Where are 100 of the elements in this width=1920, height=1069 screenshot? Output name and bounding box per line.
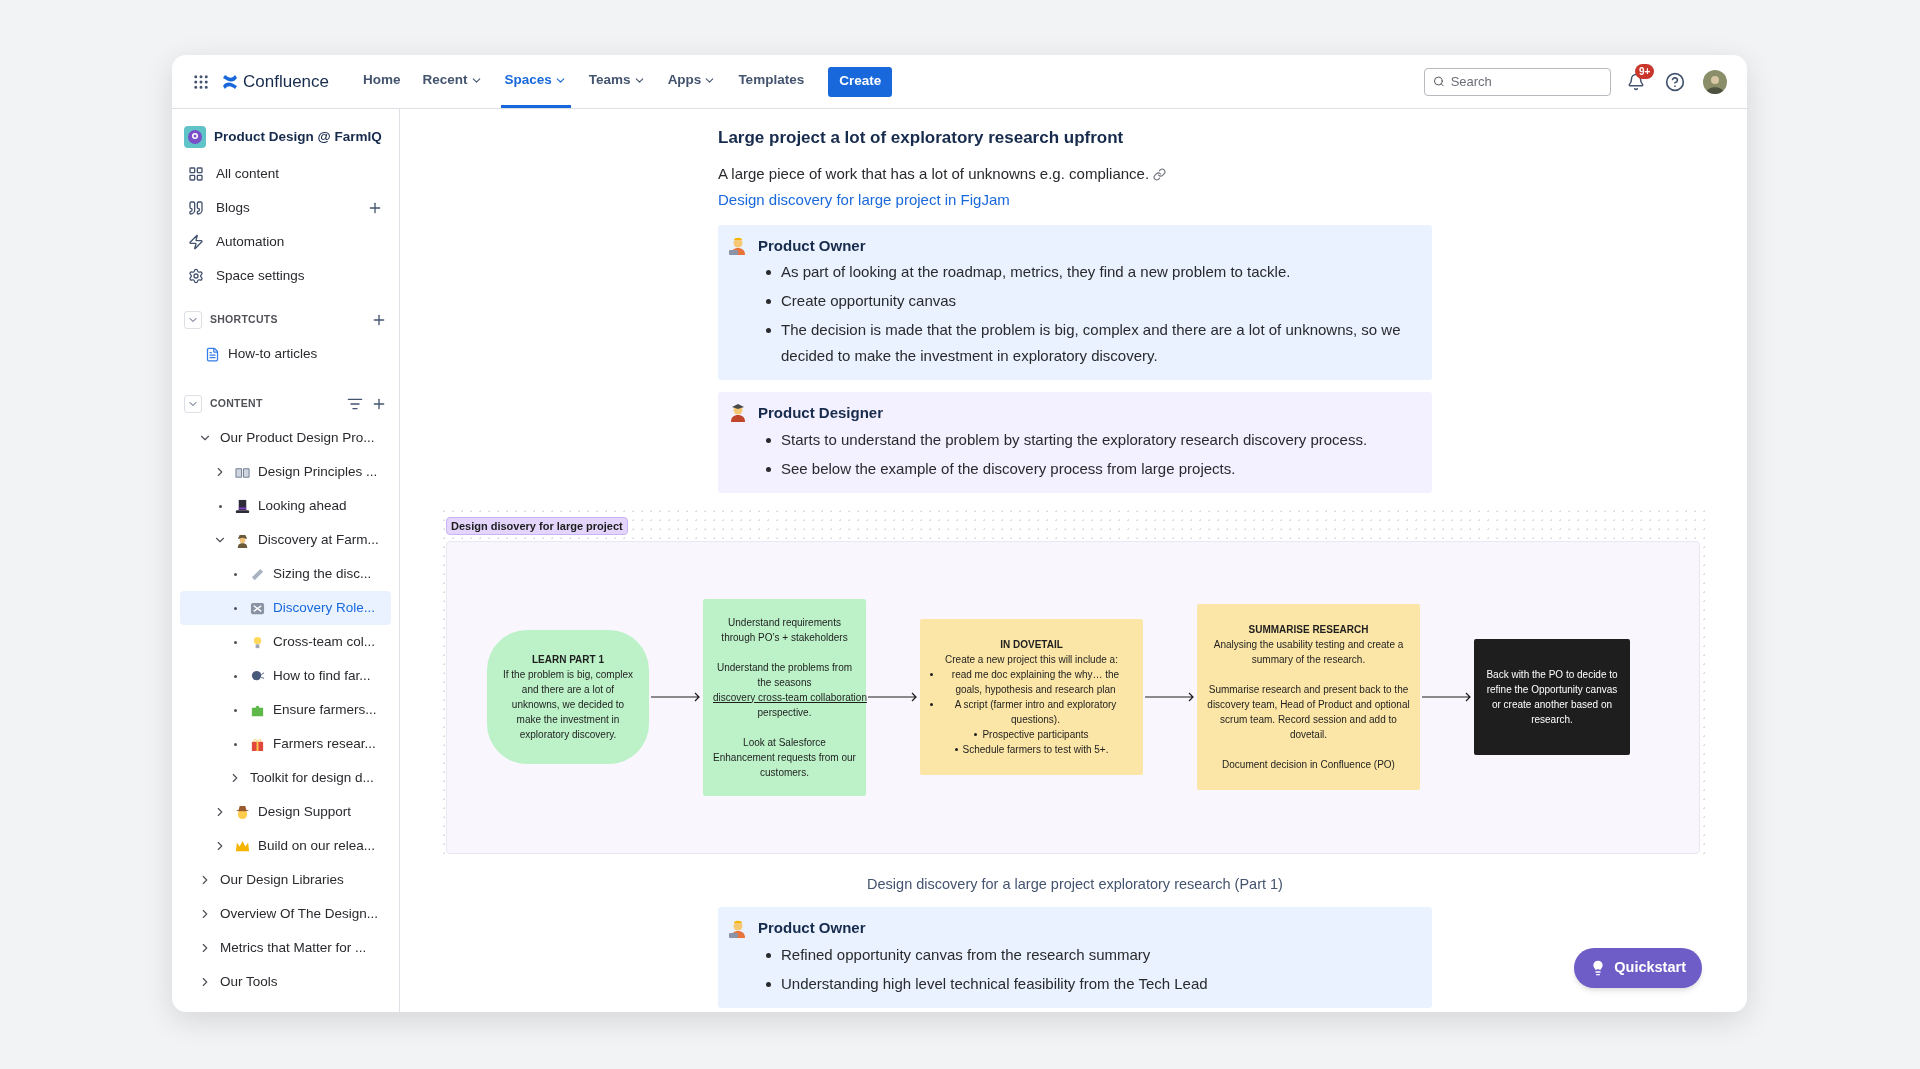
tree-item[interactable]: Build on our relea... [180, 829, 391, 863]
tree-item[interactable]: Looking ahead [180, 489, 391, 523]
bullet-icon [930, 673, 933, 676]
tree-item[interactable]: Toolkit for design d... [180, 761, 391, 795]
person-icon [728, 235, 748, 256]
quickstart-button[interactable]: Quickstart [1574, 948, 1702, 988]
sidebar-link[interactable]: Blogs [216, 197, 250, 219]
add-icon[interactable] [371, 312, 387, 328]
callout-title: Product Owner [758, 918, 866, 939]
filter-icon[interactable] [347, 396, 363, 412]
person-icon [728, 403, 748, 424]
tree-item[interactable]: Design Principles ... [180, 455, 391, 489]
list-item-text: The decision is made that the problem is big, complex and there are a lot of unknowns, so we decided to make the investment in exploratory discovery. [781, 320, 1402, 366]
list-item-text: Refined opportunity canvas from the research summary [781, 944, 1151, 965]
node-text: Understand requirements through PO’s + stakeholders [720, 615, 849, 645]
nav-tab[interactable]: Spaces [500, 55, 571, 108]
node-link[interactable]: discovery cross-team collaboration [713, 691, 867, 703]
section-heading: Large project a lot of exploratory research upfront [718, 127, 1125, 149]
quote-icon [188, 200, 204, 216]
nav-tab[interactable]: Recent [418, 55, 487, 108]
space-name[interactable]: Product Design @ FarmIQ [214, 126, 382, 148]
person-icon [235, 532, 250, 548]
intro-paragraph: A large piece of work that has a lot of unknowns e.g. compliance. Design discovery for large project in FigJam [718, 160, 1432, 213]
list-item-text: Create opportunity canvas [781, 291, 957, 311]
node-title: SUMMARISE RESEARCH [1247, 623, 1370, 637]
bullet-icon [930, 703, 933, 706]
tree-item[interactable]: Farmers resear... [180, 727, 391, 761]
bullet-icon [766, 981, 771, 987]
section-heading: CONTENT [210, 396, 263, 412]
bullet-icon [974, 733, 978, 736]
node-text: Look at Salesforce Enhancement requests from our customers. [713, 735, 856, 780]
node-title: LEARN PART 1 [530, 653, 605, 667]
bullet-icon [766, 328, 771, 333]
bullet-icon [954, 748, 958, 751]
node-title: IN DOVETAIL [999, 638, 1064, 652]
section-heading: SHORTCUTS [210, 312, 278, 328]
bullet-icon [766, 299, 771, 304]
node-text: Schedule farmers to test with 5+. [962, 743, 1109, 757]
node-text: Document decision in Confluence (PO) [1221, 758, 1396, 772]
tree-item[interactable]: Our Design Libraries [180, 863, 391, 897]
list-item-text: Understanding high level technical feasibility from the Tech Lead [781, 973, 1208, 994]
search-field[interactable]: Search [1424, 67, 1611, 96]
crown-icon [235, 838, 250, 854]
add-icon[interactable] [371, 396, 387, 412]
tree-item[interactable]: Overview Of The Design... [180, 897, 391, 931]
link-icon [1153, 168, 1167, 182]
node-text: Summarise research and present back to the discovery team, Head of Product and optional scrum team. Record session and add to dovetail. [1207, 683, 1410, 742]
product-name[interactable]: Confluence [243, 68, 329, 95]
bullet-icon [766, 466, 771, 472]
bullet-icon [766, 952, 771, 958]
node-text: If the problem is big, complex and there are a lot of unknowns, we decided to make the investment in exploratory discovery. [501, 668, 635, 742]
tree-item[interactable]: Cross-team col... [180, 625, 391, 659]
nav-tab[interactable]: Apps [663, 55, 721, 108]
gift-icon [250, 736, 265, 752]
tree-item[interactable]: Our Tools [180, 965, 391, 999]
search-icon [1433, 75, 1445, 88]
tree-item[interactable]: Discovery at Farm... [180, 523, 391, 557]
help-icon[interactable] [1665, 71, 1685, 92]
callout-title: Product Designer [758, 403, 884, 423]
collapse-toggle[interactable] [184, 395, 202, 413]
list-item-text: As part of looking at the roadmap, metrics, they find a new problem to tackle. [781, 262, 1291, 282]
ruler-icon [250, 566, 265, 582]
node-text: Create a new project this will include a: [944, 653, 1119, 667]
collapse-toggle[interactable] [184, 311, 202, 329]
tree-item[interactable]: Design Support [180, 795, 391, 829]
logo-icon[interactable] [222, 73, 238, 90]
tree-item[interactable]: Sizing the disc... [180, 557, 391, 591]
sidebar-link[interactable]: All content [216, 163, 280, 185]
person-icon [728, 918, 748, 939]
app-switcher-icon[interactable] [192, 72, 210, 91]
connector-arrow [868, 692, 918, 702]
tree-item[interactable]: Metrics that Matter for ... [180, 931, 391, 965]
figjam-link[interactable]: Design discovery for large project in FigJam [718, 190, 1010, 208]
avatar-icon[interactable] [1703, 69, 1727, 94]
sidebar-link[interactable]: Space settings [216, 265, 305, 287]
tree-item[interactable]: Discovery Role... [180, 591, 391, 625]
callout-title: Product Owner [758, 235, 866, 256]
lightning-icon [188, 234, 204, 250]
nav-tab[interactable]: Templates [734, 55, 809, 108]
tree-item[interactable]: Ensure farmers... [180, 693, 391, 727]
grid-icon [188, 166, 204, 182]
connector-arrow [1145, 692, 1195, 702]
tree-item[interactable]: How to find far... [180, 659, 391, 693]
shortcut-link[interactable]: How-to articles [228, 343, 318, 365]
node-text: Back with the PO to decide to refine the Opportunity canvas or create another based on research. [1485, 668, 1619, 727]
diagram-caption: Design discovery for a large project exploratory research (Part 1) [866, 874, 1284, 894]
nav-tab[interactable]: Home [359, 55, 405, 108]
bullet-icon [766, 270, 771, 275]
hat-icon [235, 804, 250, 820]
top-hat-icon [235, 498, 250, 514]
tree-item[interactable]: Our Product Design Pro... [180, 421, 391, 455]
sidebar-link[interactable]: Automation [216, 231, 285, 253]
space-logo-icon[interactable] [184, 126, 206, 148]
list-item-text: See below the example of the discovery process from large projects. [781, 458, 1236, 479]
settings-icon [188, 268, 204, 284]
search-input[interactable]: Search [1450, 71, 1602, 92]
node-text: Analysing the usability testing and create a summary of the research. [1212, 638, 1405, 667]
add-icon[interactable] [367, 200, 383, 216]
create-button[interactable]: Create [828, 66, 893, 97]
nav-tab[interactable]: Teams [584, 55, 650, 108]
